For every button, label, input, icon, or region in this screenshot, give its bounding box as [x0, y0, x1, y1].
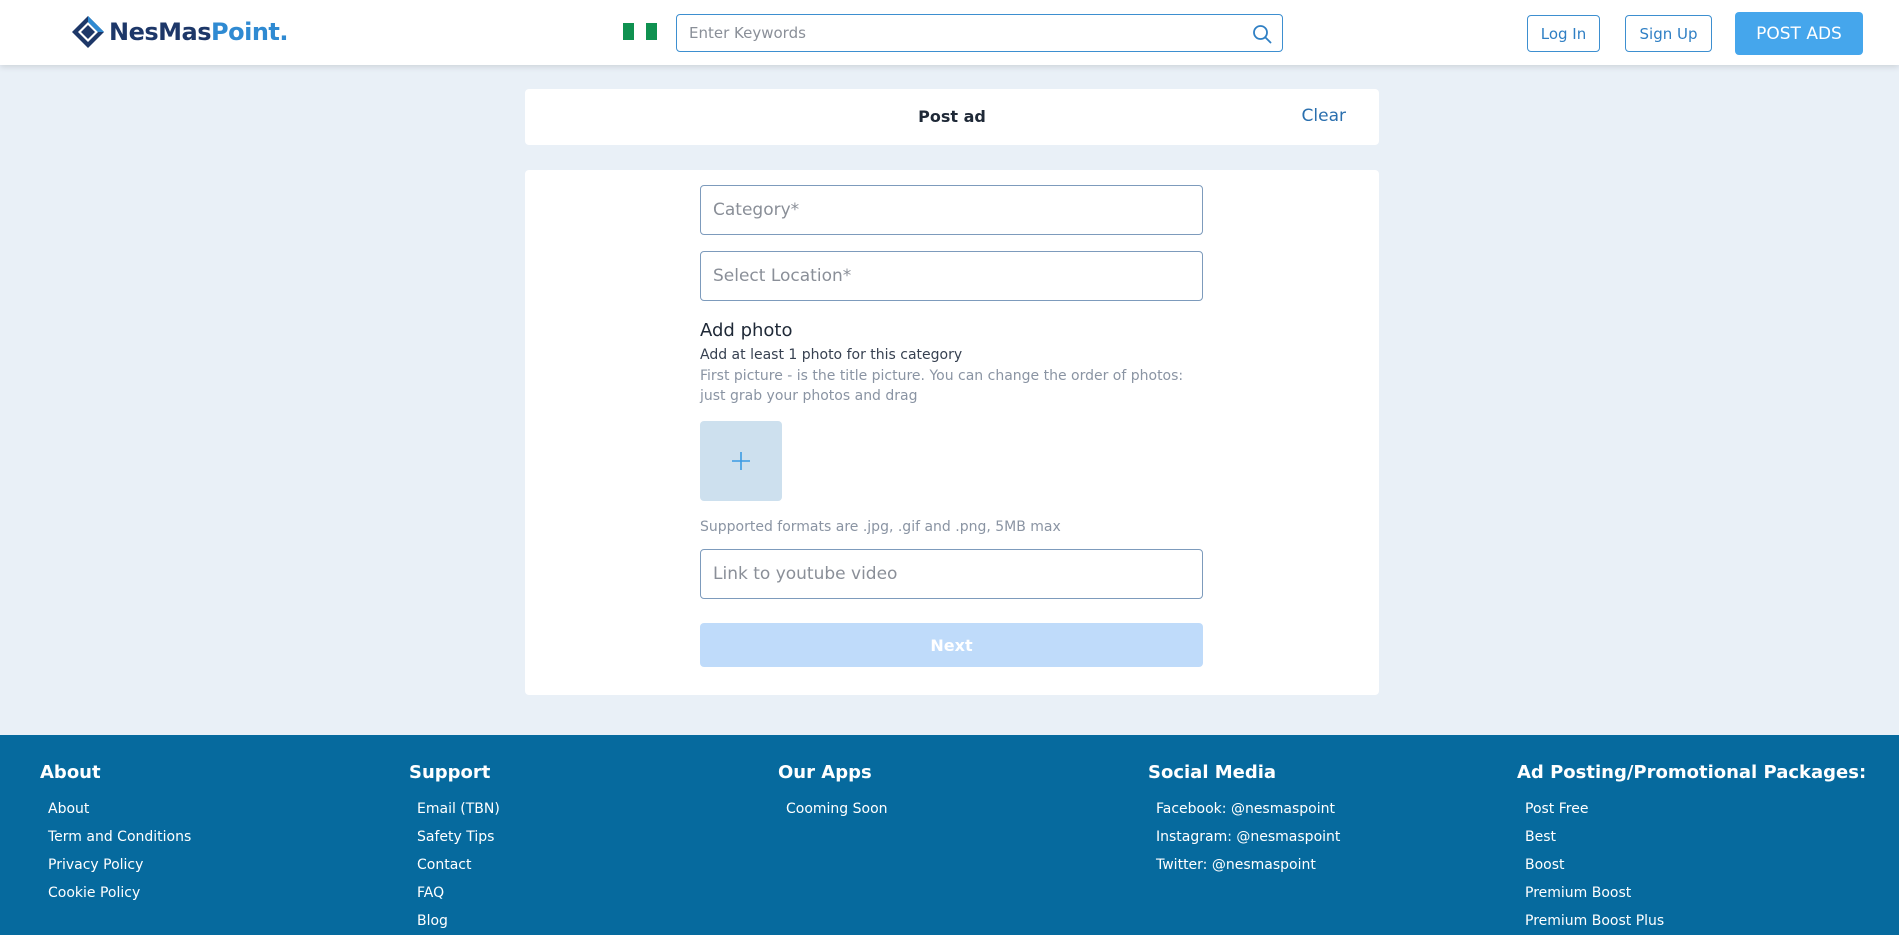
footer-link-post-free[interactable]: Post Free: [1525, 800, 1866, 828]
location-field-wrapper: [700, 251, 1203, 301]
site-footer: About About Term and Conditions Privacy …: [0, 735, 1899, 935]
footer-heading: Our Apps: [778, 762, 872, 783]
footer-link-premium-boost[interactable]: Premium Boost: [1525, 884, 1866, 912]
post-ad-form: Add photo Add at least 1 photo for this …: [525, 170, 1379, 695]
next-button[interactable]: Next: [700, 623, 1203, 667]
site-logo[interactable]: NesMasPoint.: [71, 15, 288, 49]
search-icon[interactable]: [1252, 24, 1272, 44]
search-input[interactable]: [677, 15, 1282, 51]
youtube-link-field[interactable]: [701, 550, 1202, 598]
footer-social: Social Media Facebook: @nesmaspoint Inst…: [1148, 762, 1340, 884]
footer-link-terms[interactable]: Term and Conditions: [48, 828, 191, 856]
diamond-logo-icon: [72, 16, 104, 48]
footer-link-blog[interactable]: Blog: [417, 912, 500, 935]
footer-link-contact[interactable]: Contact: [417, 856, 500, 884]
clear-button[interactable]: Clear: [1302, 106, 1346, 126]
search-bar: [676, 14, 1283, 52]
signup-button[interactable]: Sign Up: [1625, 15, 1712, 52]
page-title: Post ad: [918, 107, 986, 126]
footer-heading: About: [40, 762, 101, 783]
category-field[interactable]: [701, 186, 1202, 234]
login-button[interactable]: Log In: [1527, 15, 1600, 52]
location-field[interactable]: [701, 252, 1202, 300]
post-ad-header-card: Post ad Clear: [525, 89, 1379, 145]
footer-link-boost[interactable]: Boost: [1525, 856, 1866, 884]
footer-link-instagram[interactable]: Instagram: @nesmaspoint: [1156, 828, 1340, 856]
add-photo-heading: Add photo: [700, 320, 793, 341]
footer-link-cookie[interactable]: Cookie Policy: [48, 884, 191, 912]
footer-link-premium-boost-plus[interactable]: Premium Boost Plus: [1525, 912, 1866, 935]
add-photo-button[interactable]: [700, 421, 782, 501]
footer-link-apps[interactable]: Cooming Soon: [786, 800, 888, 828]
footer-heading: Social Media: [1148, 762, 1277, 783]
footer-apps: Our Apps Cooming Soon: [778, 762, 888, 828]
footer-heading: Support: [409, 762, 491, 783]
footer-link-best[interactable]: Best: [1525, 828, 1866, 856]
footer-about: About About Term and Conditions Privacy …: [40, 762, 191, 912]
post-ads-button[interactable]: POST ADS: [1735, 12, 1863, 55]
footer-link-safety[interactable]: Safety Tips: [417, 828, 500, 856]
logo-text: NesMasPoint.: [109, 18, 288, 46]
footer-link-about[interactable]: About: [48, 800, 191, 828]
footer-link-facebook[interactable]: Facebook: @nesmaspoint: [1156, 800, 1340, 828]
nigeria-flag-icon[interactable]: [623, 23, 657, 40]
footer-link-privacy[interactable]: Privacy Policy: [48, 856, 191, 884]
footer-support: Support Email (TBN) Safety Tips Contact …: [409, 762, 500, 935]
plus-icon: [732, 452, 750, 470]
youtube-field-wrapper: [700, 549, 1203, 599]
add-photo-hint: First picture - is the title picture. Yo…: [700, 368, 1184, 404]
footer-heading: Ad Posting/Promotional Packages:: [1517, 762, 1867, 783]
footer-packages: Ad Posting/Promotional Packages: Post Fr…: [1517, 762, 1866, 935]
category-field-wrapper: [700, 185, 1203, 235]
supported-formats-note: Supported formats are .jpg, .gif and .pn…: [700, 519, 1061, 535]
top-navbar: NesMasPoint. Log In Sign Up POST ADS: [0, 0, 1899, 65]
add-photo-subtitle: Add at least 1 photo for this category: [700, 347, 963, 363]
footer-link-email[interactable]: Email (TBN): [417, 800, 500, 828]
footer-link-faq[interactable]: FAQ: [417, 884, 500, 912]
footer-link-twitter[interactable]: Twitter: @nesmaspoint: [1156, 856, 1340, 884]
